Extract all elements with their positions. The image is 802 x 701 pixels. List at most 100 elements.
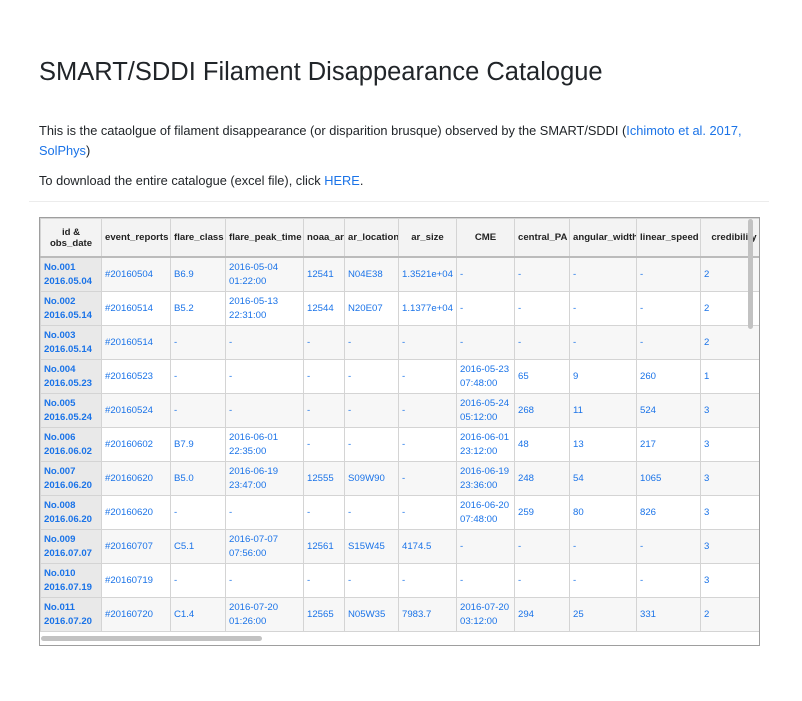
table-cell: 1065	[636, 461, 701, 496]
intro-end: )	[85, 143, 91, 158]
table-cell: B5.0	[170, 461, 226, 496]
row-id-cell[interactable]: No.008 2016.06.20	[40, 495, 102, 530]
table-cell: C1.4	[170, 597, 226, 632]
table-cell[interactable]: #20160719	[101, 563, 171, 598]
catalogue-table-container[interactable]: id & obs_date event_reports flare_class flar…	[39, 217, 760, 646]
table-cell: 3	[700, 563, 759, 598]
table-cell: -	[456, 529, 515, 564]
table-cell: 2016-06-19 23:47:00	[225, 461, 304, 496]
table-cell: 2016-07-07 07:56:00	[225, 529, 304, 564]
page-title: SMART/SDDI Filament Disappearance Catalo…	[39, 58, 603, 86]
table-cell: -	[170, 325, 226, 360]
table-row: No.002 2016.05.14 #20160514 B5.2 2016-05-13 2…	[40, 291, 759, 326]
table-cell[interactable]: #20160620	[101, 495, 171, 530]
table-cell: -	[303, 325, 345, 360]
table-cell: -	[398, 461, 457, 496]
column-header: id & obs_date	[40, 218, 102, 258]
table-cell: -	[170, 393, 226, 428]
table-cell[interactable]: #20160707	[101, 529, 171, 564]
table-cell: -	[225, 393, 304, 428]
table-cell: -	[398, 495, 457, 530]
table-cell: -	[344, 563, 399, 598]
table-cell: -	[456, 563, 515, 598]
table-cell: -	[225, 495, 304, 530]
column-header: central_PA	[514, 218, 570, 258]
table-cell: -	[344, 325, 399, 360]
table-cell: S15W45	[344, 529, 399, 564]
table-cell: -	[303, 393, 345, 428]
row-id-cell[interactable]: No.006 2016.06.02	[40, 427, 102, 462]
table-cell: 2016-07-20 01:26:00	[225, 597, 304, 632]
table-cell: 331	[636, 597, 701, 632]
table-cell: 1.1377e+04	[398, 291, 457, 326]
row-id-cell[interactable]: No.005 2016.05.24	[40, 393, 102, 428]
table-cell: 217	[636, 427, 701, 462]
table-cell: 3	[700, 495, 759, 530]
table-cell: -	[569, 256, 637, 292]
column-header: noaa_ar	[303, 218, 345, 258]
table-cell: 48	[514, 427, 570, 462]
table-cell: -	[514, 325, 570, 360]
download-text: To download the entire catalogue (excel …	[39, 173, 325, 188]
table-cell: -	[569, 291, 637, 326]
table-cell[interactable]: #20160602	[101, 427, 171, 462]
table-cell: -	[398, 325, 457, 360]
column-header: flare_peak_time	[225, 218, 304, 258]
table-cell: -	[456, 325, 515, 360]
table-cell: 2016-06-01 23:12:00	[456, 427, 515, 462]
table-cell: -	[170, 563, 226, 598]
table-row: No.003 2016.05.14 #20160514- - - - - - - - -2	[40, 325, 759, 360]
table-cell: N04E38	[344, 256, 399, 292]
vertical-scrollbar[interactable]	[748, 219, 753, 329]
table-cell: 2016-07-20 03:12:00	[456, 597, 515, 632]
table-cell[interactable]: #20160523	[101, 359, 171, 394]
intro-text: This is the cataolgue of filament disapp…	[39, 123, 627, 138]
catalogue-table: id & obs_date event_reports flare_class flar…	[40, 218, 759, 632]
table-cell: 3	[700, 529, 759, 564]
table-cell: -	[569, 325, 637, 360]
intro-paragraph: This is the cataolgue of filament disapp…	[39, 121, 759, 161]
table-header-row: id & obs_date event_reports flare_class flar…	[40, 218, 759, 258]
table-cell: -	[344, 495, 399, 530]
row-id-cell[interactable]: No.001 2016.05.04	[40, 256, 102, 292]
table-cell: -	[514, 291, 570, 326]
table-cell[interactable]: #20160504	[101, 256, 171, 292]
table-row: No.008 2016.06.20 #20160620- - - - -2016-06-20…	[40, 495, 759, 530]
download-here-link[interactable]: HERE	[324, 173, 360, 188]
column-header: event_reports	[101, 218, 171, 258]
table-cell: -	[636, 563, 701, 598]
table-cell: -	[303, 495, 345, 530]
table-cell: -	[569, 563, 637, 598]
table-cell[interactable]: #20160620	[101, 461, 171, 496]
table-cell: 12561	[303, 529, 345, 564]
column-header: linear_speed	[636, 218, 701, 258]
column-header: CME	[456, 218, 515, 258]
table-cell: -	[398, 563, 457, 598]
table-cell: 54	[569, 461, 637, 496]
table-cell[interactable]: #20160514	[101, 325, 171, 360]
row-id-cell[interactable]: No.002 2016.05.14	[40, 291, 102, 326]
column-header: ar_location	[344, 218, 399, 258]
table-cell: -	[303, 427, 345, 462]
table-cell: 3	[700, 393, 759, 428]
table-cell[interactable]: #20160720	[101, 597, 171, 632]
table-cell: -	[170, 495, 226, 530]
table-cell: 3	[700, 461, 759, 496]
table-cell[interactable]: #20160514	[101, 291, 171, 326]
row-id-cell[interactable]: No.007 2016.06.20	[40, 461, 102, 496]
table-cell: 1	[700, 359, 759, 394]
divider	[29, 201, 769, 202]
table-cell: 12555	[303, 461, 345, 496]
table-cell: 2016-05-23 07:48:00	[456, 359, 515, 394]
table-cell: B6.9	[170, 256, 226, 292]
table-cell: 7983.7	[398, 597, 457, 632]
table-cell: 248	[514, 461, 570, 496]
row-id-cell[interactable]: No.003 2016.05.14	[40, 325, 102, 360]
row-id-cell[interactable]: No.004 2016.05.23	[40, 359, 102, 394]
horizontal-scrollbar[interactable]	[41, 636, 262, 641]
row-id-cell[interactable]: No.009 2016.07.07	[40, 529, 102, 564]
table-cell[interactable]: #20160524	[101, 393, 171, 428]
row-id-cell[interactable]: No.010 2016.07.19	[40, 563, 102, 598]
table-row: No.007 2016.06.20 #20160620 B5.0 2016-06-19 2…	[40, 461, 759, 496]
row-id-cell[interactable]: No.011 2016.07.20	[40, 597, 102, 632]
